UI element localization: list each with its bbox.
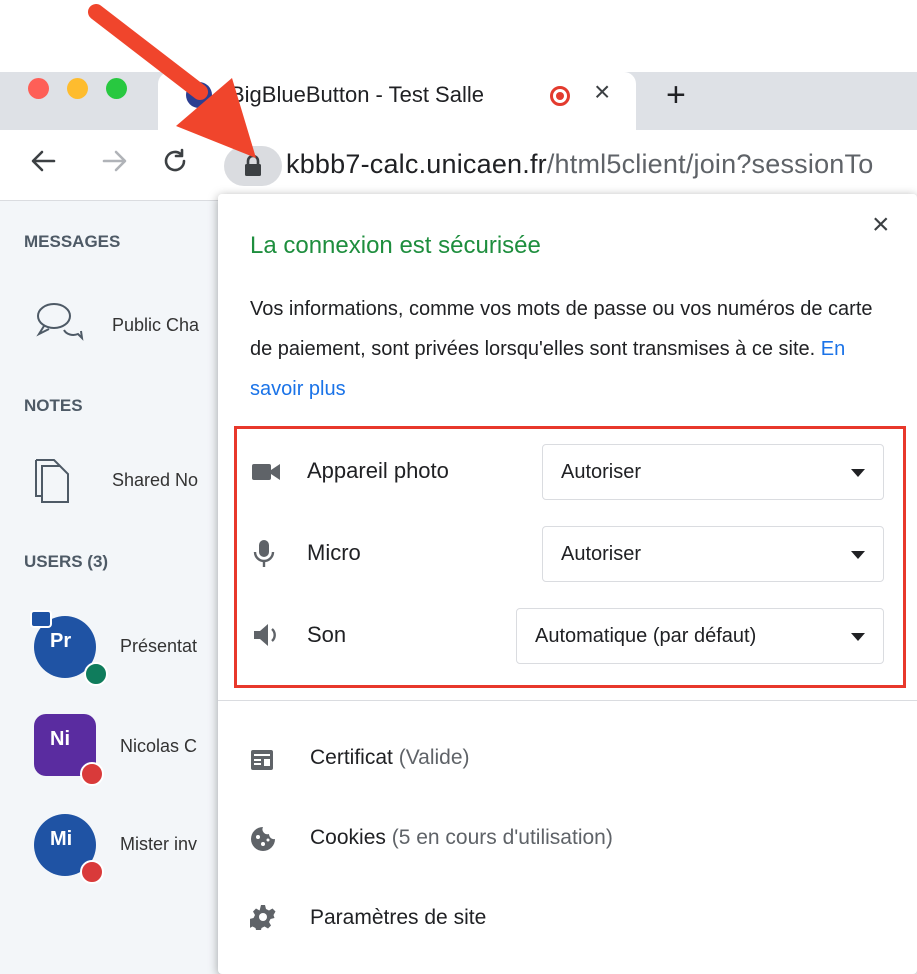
new-tab-button[interactable]: + <box>666 78 686 112</box>
user-name[interactable]: Nicolas C <box>120 736 197 757</box>
chat-icon <box>36 303 84 341</box>
user-name[interactable]: Présentat <box>120 636 197 657</box>
certificate-status: (Valide) <box>398 746 470 769</box>
back-button[interactable] <box>28 146 58 184</box>
permission-label-camera: Appareil photo <box>307 458 449 483</box>
reload-button[interactable] <box>160 146 190 184</box>
tab-bigbluebutton[interactable]: BigBlueButton - Test Salle × <box>158 72 636 130</box>
window-minimize-button[interactable] <box>67 78 88 99</box>
connection-description: Vos informations, comme vos mots de pass… <box>250 289 890 409</box>
description-text: Vos informations, comme vos mots de pass… <box>250 298 873 360</box>
cookies-label: Cookies <box>310 826 386 849</box>
window-zoom-button[interactable] <box>106 78 127 99</box>
arrow-right-icon <box>102 150 127 172</box>
bigbluebutton-favicon-icon <box>186 82 212 108</box>
arrow-left-icon <box>31 150 56 172</box>
lock-icon <box>245 154 261 176</box>
permission-label-microphone: Micro <box>307 540 361 565</box>
tab-close-button[interactable]: × <box>594 76 610 108</box>
gear-icon <box>250 905 276 930</box>
sidebar-item-shared-notes[interactable]: Shared No <box>112 470 198 491</box>
recording-indicator-icon <box>550 86 570 106</box>
close-button[interactable]: × <box>872 210 890 240</box>
connection-secure-title: La connexion est sécurisée <box>250 232 541 259</box>
select-value: Autoriser <box>561 543 642 565</box>
document-icon <box>35 459 69 503</box>
select-value: Autoriser <box>561 461 642 483</box>
avatar-initials: Pr <box>50 630 72 652</box>
user-name[interactable]: Mister inv <box>120 834 197 855</box>
microphone-muted-icon <box>80 762 104 786</box>
avatar-initials: Ni <box>50 728 70 750</box>
cookie-icon <box>251 827 275 851</box>
users-heading: USERS (3) <box>24 552 109 571</box>
microphone-icon <box>253 540 275 567</box>
url-path: /html5client/join?sessionTo <box>546 149 874 179</box>
presenter-icon <box>30 610 52 628</box>
select-value: Automatique (par défaut) <box>535 625 757 647</box>
microphone-status-icon <box>84 662 108 686</box>
certificate-label: Certificat <box>310 746 393 769</box>
tab-title: BigBlueButton - Test Salle <box>230 82 484 107</box>
window-close-button[interactable] <box>28 78 49 99</box>
certificate-row[interactable]: Certificat (Valide) <box>310 746 470 770</box>
messages-heading: MESSAGES <box>24 232 121 251</box>
camera-icon <box>252 464 280 480</box>
avatar-initials: Mi <box>50 828 73 850</box>
permission-label-sound: Son <box>307 622 347 647</box>
site-info-button[interactable] <box>224 146 282 186</box>
address-bar[interactable]: kbbb7-calc.unicaen.fr/html5client/join?s… <box>286 149 873 180</box>
url-host: kbbb7-calc.unicaen.fr <box>286 149 547 179</box>
camera-permission-select[interactable]: Autoriser <box>542 444 884 500</box>
certificate-icon <box>251 750 273 770</box>
sound-permission-select[interactable]: Automatique (par défaut) <box>516 608 884 664</box>
cookies-count: (5 en cours d'utilisation) <box>391 826 613 849</box>
microphone-muted-icon <box>80 860 104 884</box>
speaker-icon <box>254 624 276 646</box>
forward-button[interactable] <box>100 146 130 184</box>
microphone-permission-select[interactable]: Autoriser <box>542 526 884 582</box>
reload-icon <box>164 148 186 172</box>
cookies-row[interactable]: Cookies (5 en cours d'utilisation) <box>310 826 613 850</box>
chevron-down-icon <box>851 633 865 641</box>
divider <box>218 700 917 701</box>
site-settings-row[interactable]: Paramètres de site <box>310 906 486 930</box>
sidebar-item-public-chat[interactable]: Public Cha <box>112 315 199 336</box>
notes-heading: NOTES <box>24 396 83 415</box>
chevron-down-icon <box>851 469 865 477</box>
chevron-down-icon <box>851 551 865 559</box>
site-settings-label: Paramètres de site <box>310 906 487 929</box>
